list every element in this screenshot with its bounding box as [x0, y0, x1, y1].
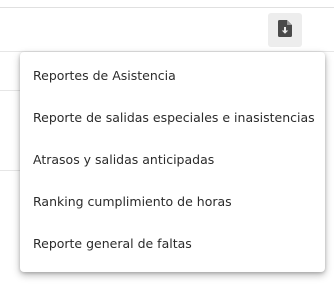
file-download-icon [278, 19, 292, 41]
menu-list: Reportes de Asistencia Reporte de salida… [20, 55, 325, 265]
row-divider [0, 170, 20, 171]
reports-dropdown-menu: Reportes de Asistencia Reporte de salida… [20, 52, 325, 272]
download-report-button[interactable] [268, 13, 302, 47]
menu-item-atrasos-salidas[interactable]: Atrasos y salidas anticipadas [20, 139, 325, 181]
page: Reportes de Asistencia Reporte de salida… [0, 0, 334, 299]
top-divider [0, 7, 334, 8]
menu-item-reporte-faltas[interactable]: Reporte general de faltas [20, 223, 325, 265]
row-divider [0, 90, 20, 91]
menu-item-ranking-horas[interactable]: Ranking cumplimiento de horas [20, 181, 325, 223]
menu-item-reportes-asistencia[interactable]: Reportes de Asistencia [20, 55, 325, 97]
menu-item-salidas-especiales[interactable]: Reporte de salidas especiales e inasiste… [20, 97, 325, 139]
